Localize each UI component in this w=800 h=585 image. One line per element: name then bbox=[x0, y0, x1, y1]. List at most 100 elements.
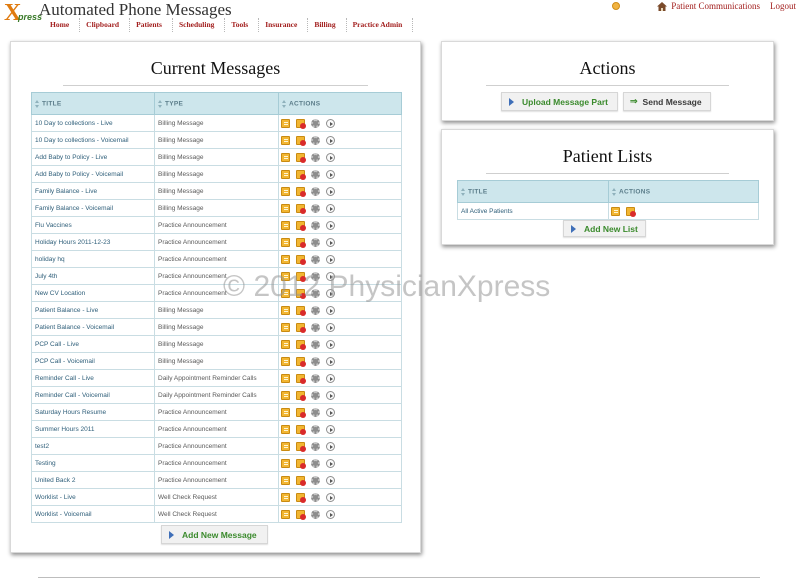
nav-home[interactable]: Home bbox=[44, 18, 81, 32]
delete-icon[interactable] bbox=[296, 390, 306, 401]
gear-icon[interactable] bbox=[311, 135, 320, 145]
play-icon[interactable] bbox=[326, 509, 335, 519]
gear-icon[interactable] bbox=[311, 203, 320, 213]
delete-icon[interactable] bbox=[296, 135, 306, 146]
message-title-cell[interactable]: Family Balance - Live bbox=[31, 182, 155, 200]
message-title-cell[interactable]: test2 bbox=[31, 437, 155, 455]
edit-icon[interactable] bbox=[281, 288, 290, 298]
delete-icon[interactable] bbox=[296, 254, 306, 265]
gear-icon[interactable] bbox=[311, 169, 320, 179]
message-title-cell[interactable]: United Back 2 bbox=[31, 471, 155, 489]
edit-icon[interactable] bbox=[281, 305, 290, 315]
delete-icon[interactable] bbox=[296, 305, 306, 316]
message-title-cell[interactable]: Worklist - Voicemail bbox=[31, 505, 155, 523]
gear-icon[interactable] bbox=[311, 186, 320, 196]
edit-icon[interactable] bbox=[281, 475, 290, 485]
gear-icon[interactable] bbox=[311, 237, 320, 247]
message-title-cell[interactable]: New CV Location bbox=[31, 284, 155, 302]
message-title-cell[interactable]: Reminder Call - Voicemail bbox=[31, 386, 155, 404]
delete-icon[interactable] bbox=[296, 441, 306, 452]
play-icon[interactable] bbox=[326, 186, 335, 196]
message-title-cell[interactable]: Reminder Call - Live bbox=[31, 369, 155, 387]
play-icon[interactable] bbox=[326, 237, 335, 247]
logout-link[interactable]: Logout bbox=[770, 1, 796, 11]
gear-icon[interactable] bbox=[311, 220, 320, 230]
gear-icon[interactable] bbox=[311, 339, 320, 349]
nav-tools[interactable]: Tools bbox=[225, 18, 260, 32]
message-title-cell[interactable]: Patient Balance - Live bbox=[31, 301, 155, 319]
play-icon[interactable] bbox=[326, 220, 335, 230]
column-header-title[interactable]: TITLE bbox=[31, 92, 155, 115]
edit-icon[interactable] bbox=[281, 169, 290, 179]
edit-icon[interactable] bbox=[281, 339, 290, 349]
delete-icon[interactable] bbox=[296, 186, 306, 197]
message-title-cell[interactable]: Summer Hours 2011 bbox=[31, 420, 155, 438]
gear-icon[interactable] bbox=[311, 475, 320, 485]
play-icon[interactable] bbox=[326, 492, 335, 502]
list-title-cell[interactable]: All Active Patients bbox=[457, 202, 609, 220]
message-title-cell[interactable]: Flu Vaccines bbox=[31, 216, 155, 234]
edit-icon[interactable] bbox=[281, 152, 290, 162]
nav-practice-admin[interactable]: Practice Admin bbox=[347, 18, 414, 32]
gear-icon[interactable] bbox=[311, 305, 320, 315]
edit-icon[interactable] bbox=[281, 186, 290, 196]
delete-icon[interactable] bbox=[296, 373, 306, 384]
edit-icon[interactable] bbox=[281, 458, 290, 468]
delete-icon[interactable] bbox=[296, 220, 306, 231]
delete-icon[interactable] bbox=[296, 424, 306, 435]
add-new-list-button[interactable]: Add New List bbox=[563, 220, 646, 237]
delete-icon[interactable] bbox=[626, 206, 636, 217]
add-new-message-button[interactable]: Add New Message bbox=[161, 525, 268, 544]
message-title-cell[interactable]: July 4th bbox=[31, 267, 155, 285]
play-icon[interactable] bbox=[326, 458, 335, 468]
gear-icon[interactable] bbox=[311, 322, 320, 332]
nav-billing[interactable]: Billing bbox=[308, 18, 347, 32]
delete-icon[interactable] bbox=[296, 118, 306, 129]
column-header-actions[interactable]: ACTIONS bbox=[608, 180, 759, 203]
play-icon[interactable] bbox=[326, 135, 335, 145]
gear-icon[interactable] bbox=[311, 152, 320, 162]
upload-message-part-button[interactable]: Upload Message Part bbox=[501, 92, 618, 111]
edit-icon[interactable] bbox=[281, 135, 290, 145]
play-icon[interactable] bbox=[326, 203, 335, 213]
play-icon[interactable] bbox=[326, 152, 335, 162]
delete-icon[interactable] bbox=[296, 509, 306, 520]
gear-icon[interactable] bbox=[311, 373, 320, 383]
message-title-cell[interactable]: holiday hq bbox=[31, 250, 155, 268]
play-icon[interactable] bbox=[326, 322, 335, 332]
edit-icon[interactable] bbox=[281, 407, 290, 417]
gear-icon[interactable] bbox=[311, 407, 320, 417]
gear-icon[interactable] bbox=[311, 254, 320, 264]
message-title-cell[interactable]: Patient Balance - Voicemail bbox=[31, 318, 155, 336]
delete-icon[interactable] bbox=[296, 407, 306, 418]
message-title-cell[interactable]: Worklist - Live bbox=[31, 488, 155, 506]
edit-icon[interactable] bbox=[281, 373, 290, 383]
gear-icon[interactable] bbox=[311, 458, 320, 468]
gear-icon[interactable] bbox=[311, 441, 320, 451]
play-icon[interactable] bbox=[326, 356, 335, 366]
edit-icon[interactable] bbox=[281, 271, 290, 281]
column-header-actions[interactable]: ACTIONS bbox=[278, 92, 402, 115]
message-title-cell[interactable]: Add Baby to Policy - Voicemail bbox=[31, 165, 155, 183]
play-icon[interactable] bbox=[326, 373, 335, 383]
patient-communications-link[interactable]: Patient Communications bbox=[671, 1, 760, 11]
play-icon[interactable] bbox=[326, 254, 335, 264]
delete-icon[interactable] bbox=[296, 169, 306, 180]
play-icon[interactable] bbox=[326, 288, 335, 298]
message-title-cell[interactable]: Testing bbox=[31, 454, 155, 472]
gear-icon[interactable] bbox=[311, 118, 320, 128]
edit-icon[interactable] bbox=[281, 424, 290, 434]
message-title-cell[interactable]: PCP Call - Voicemail bbox=[31, 352, 155, 370]
message-title-cell[interactable]: Add Baby to Policy - Live bbox=[31, 148, 155, 166]
delete-icon[interactable] bbox=[296, 339, 306, 350]
nav-clipboard[interactable]: Clipboard bbox=[80, 18, 131, 32]
delete-icon[interactable] bbox=[296, 322, 306, 333]
nav-insurance[interactable]: Insurance bbox=[259, 18, 309, 32]
lightbulb-icon[interactable] bbox=[612, 2, 621, 10]
play-icon[interactable] bbox=[326, 390, 335, 400]
edit-icon[interactable] bbox=[281, 356, 290, 366]
edit-icon[interactable] bbox=[281, 203, 290, 213]
delete-icon[interactable] bbox=[296, 475, 306, 486]
play-icon[interactable] bbox=[326, 441, 335, 451]
column-header-title[interactable]: TITLE bbox=[457, 180, 609, 203]
